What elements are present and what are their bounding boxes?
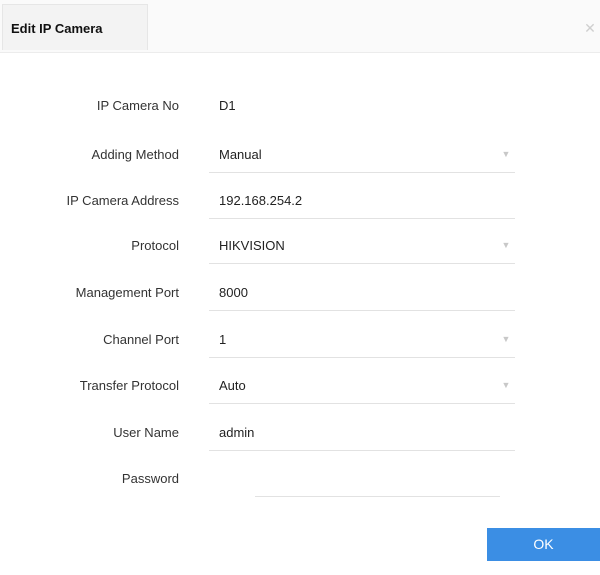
dialog-title: Edit IP Camera: [11, 21, 103, 36]
adding-method-select[interactable]: Manual ▼: [209, 137, 515, 173]
row-transfer-protocol: Transfer Protocol Auto ▼: [0, 368, 600, 404]
channel-port-label: Channel Port: [103, 332, 179, 347]
user-name-label: User Name: [113, 425, 179, 440]
ip-address-input[interactable]: [219, 183, 479, 218]
close-icon[interactable]: ✕: [582, 20, 598, 36]
user-name-field[interactable]: [209, 415, 515, 451]
protocol-select[interactable]: HIKVISION ▼: [209, 228, 515, 264]
management-port-label: Management Port: [75, 285, 179, 300]
channel-port-value: 1: [219, 332, 227, 347]
row-channel-port: Channel Port 1 ▼: [0, 322, 600, 358]
ip-address-field[interactable]: [209, 183, 515, 219]
transfer-protocol-value: Auto: [219, 378, 246, 393]
row-user-name: User Name: [0, 415, 600, 451]
user-name-input[interactable]: [219, 415, 479, 450]
ip-address-label: IP Camera Address: [66, 193, 179, 208]
row-password: Password: [0, 461, 600, 497]
row-ip-address: IP Camera Address: [0, 183, 600, 219]
adding-method-label: Adding Method: [91, 147, 179, 162]
password-label: Password: [121, 471, 179, 486]
chevron-down-icon[interactable]: ▼: [501, 334, 511, 344]
edit-ip-camera-dialog: Edit IP Camera ✕ IP Camera No D1 Adding …: [0, 0, 600, 575]
protocol-value: HIKVISION: [219, 238, 285, 253]
ok-button[interactable]: OK: [487, 528, 600, 561]
chevron-down-icon[interactable]: ▼: [501, 380, 511, 390]
password-field[interactable]: [255, 461, 525, 497]
dialog-titlebar: Edit IP Camera ✕: [0, 0, 600, 53]
camera-no-value: D1: [219, 98, 236, 113]
transfer-protocol-label: Transfer Protocol: [79, 378, 179, 393]
protocol-label: Protocol: [131, 238, 179, 253]
row-protocol: Protocol HIKVISION ▼: [0, 228, 600, 264]
chevron-down-icon[interactable]: ▼: [501, 149, 511, 159]
transfer-protocol-select[interactable]: Auto ▼: [209, 368, 515, 404]
chevron-down-icon[interactable]: ▼: [501, 240, 511, 250]
management-port-input[interactable]: [219, 275, 479, 310]
row-management-port: Management Port: [0, 275, 600, 311]
management-port-field[interactable]: [209, 275, 515, 311]
camera-no-label: IP Camera No: [96, 98, 179, 113]
channel-port-select[interactable]: 1 ▼: [209, 322, 515, 358]
row-camera-no: IP Camera No D1: [0, 88, 600, 124]
adding-method-value: Manual: [219, 147, 262, 162]
password-input[interactable]: [265, 461, 525, 496]
row-adding-method: Adding Method Manual ▼: [0, 137, 600, 173]
